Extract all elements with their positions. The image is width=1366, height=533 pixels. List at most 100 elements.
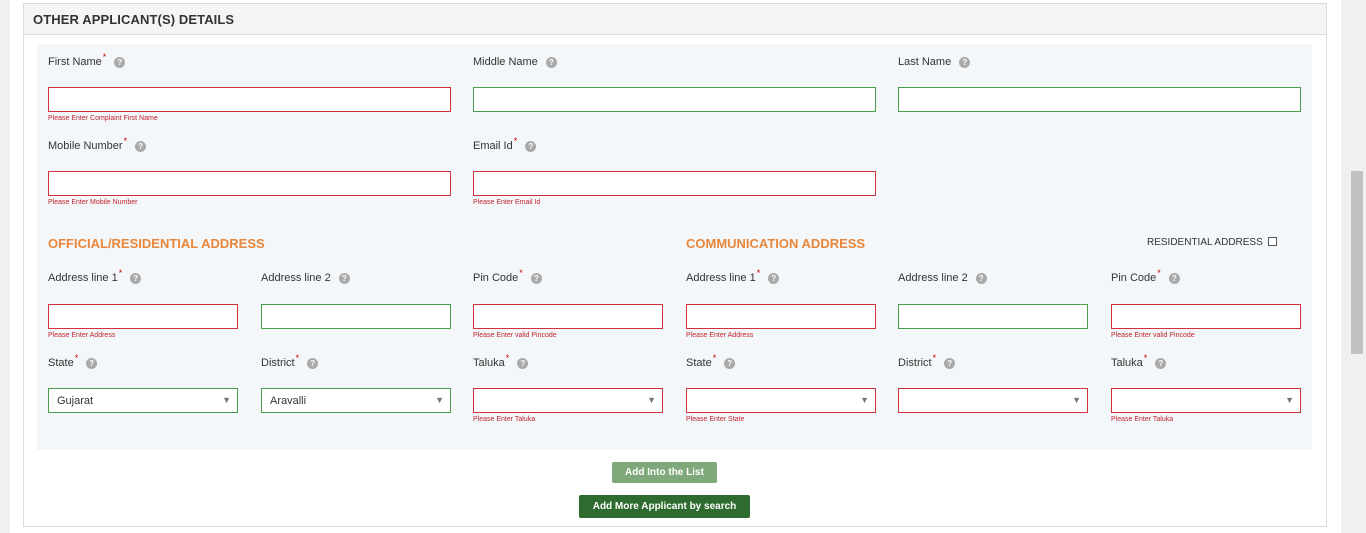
required-mark: * bbox=[1157, 268, 1161, 278]
official-pincode-label-text: Pin Code bbox=[473, 272, 519, 284]
official-address2-label: Address line 2? bbox=[261, 272, 350, 284]
help-icon[interactable]: ? bbox=[1168, 273, 1180, 284]
required-mark: * bbox=[102, 52, 107, 62]
official-district-select[interactable]: Aravalli ▼ bbox=[261, 388, 451, 413]
help-icon[interactable]: ? bbox=[517, 358, 529, 369]
official-state-select[interactable]: Gujarat ▼ bbox=[48, 388, 238, 413]
help-icon[interactable]: ? bbox=[338, 273, 350, 284]
comm-address1-input[interactable] bbox=[686, 304, 876, 329]
required-mark: * bbox=[513, 136, 518, 146]
mobile-number-input[interactable] bbox=[48, 171, 451, 196]
last-name-label: Last Name? bbox=[898, 56, 971, 68]
chevron-down-icon: ▼ bbox=[1285, 395, 1294, 405]
official-state-label-text: State bbox=[48, 357, 74, 369]
email-id-input[interactable] bbox=[473, 171, 876, 196]
mobile-number-label-text: Mobile Number bbox=[48, 140, 123, 152]
help-icon[interactable]: ? bbox=[959, 57, 971, 68]
official-state-value: Gujarat bbox=[57, 395, 94, 407]
last-name-input[interactable] bbox=[898, 87, 1301, 112]
comm-address2-label: Address line 2? bbox=[898, 272, 987, 284]
middle-name-input[interactable] bbox=[473, 87, 876, 112]
vertical-scrollbar[interactable] bbox=[1349, 0, 1366, 533]
help-icon[interactable]: ? bbox=[1155, 358, 1167, 369]
chevron-down-icon: ▼ bbox=[1072, 395, 1081, 405]
official-taluka-label-text: Taluka bbox=[473, 357, 505, 369]
scrollbar-thumb[interactable] bbox=[1351, 171, 1363, 354]
official-pincode-label: Pin Code*? bbox=[473, 268, 542, 284]
official-district-label-text: District bbox=[261, 357, 295, 369]
required-mark: * bbox=[712, 353, 717, 363]
comm-address2-input[interactable] bbox=[898, 304, 1088, 329]
first-name-input[interactable] bbox=[48, 87, 451, 112]
comm-pincode-error: Please Enter valid Pincode bbox=[1111, 332, 1195, 339]
comm-address2-label-text: Address line 2 bbox=[898, 272, 968, 284]
help-icon[interactable]: ? bbox=[530, 273, 542, 284]
official-address1-label: Address line 1*? bbox=[48, 268, 142, 284]
official-taluka-label: Taluka*? bbox=[473, 353, 529, 369]
comm-taluka-label-text: Taluka bbox=[1111, 357, 1143, 369]
official-taluka-error: Please Enter Taluka bbox=[473, 416, 536, 423]
official-address1-error: Please Enter Address bbox=[48, 332, 116, 339]
required-mark: * bbox=[295, 353, 300, 363]
email-id-error: Please Enter Email Id bbox=[473, 199, 541, 206]
middle-name-label: Middle Name? bbox=[473, 56, 557, 68]
chevron-down-icon: ▼ bbox=[647, 395, 656, 405]
official-state-label: State*? bbox=[48, 353, 98, 369]
help-icon[interactable]: ? bbox=[724, 358, 736, 369]
first-name-error: Please Enter Complaint First Name bbox=[48, 115, 158, 122]
official-taluka-select[interactable]: ▼ bbox=[473, 388, 663, 413]
required-mark: * bbox=[932, 353, 937, 363]
official-pincode-error: Please Enter valid Pincode bbox=[473, 332, 557, 339]
mobile-number-error: Please Enter Mobile Number bbox=[48, 199, 138, 206]
chevron-down-icon: ▼ bbox=[435, 395, 444, 405]
required-mark: * bbox=[505, 353, 510, 363]
middle-name-label-text: Middle Name bbox=[473, 56, 538, 68]
official-address-title: OFFICIAL/RESIDENTIAL ADDRESS bbox=[48, 236, 265, 251]
help-icon[interactable]: ? bbox=[307, 358, 319, 369]
residential-address-label: RESIDENTIAL ADDRESS bbox=[1147, 237, 1263, 248]
official-address1-label-text: Address line 1 bbox=[48, 272, 118, 284]
add-more-applicant-button[interactable]: Add More Applicant by search bbox=[579, 495, 750, 518]
help-icon[interactable]: ? bbox=[545, 57, 557, 68]
chevron-down-icon: ▼ bbox=[222, 395, 231, 405]
official-address2-input[interactable] bbox=[261, 304, 451, 329]
comm-taluka-error: Please Enter Taluka bbox=[1111, 416, 1174, 423]
comm-address1-error: Please Enter Address bbox=[686, 332, 754, 339]
first-name-label-text: First Name bbox=[48, 56, 102, 68]
help-icon[interactable]: ? bbox=[944, 358, 956, 369]
help-icon[interactable]: ? bbox=[975, 273, 987, 284]
official-district-label: District*? bbox=[261, 353, 319, 369]
communication-address-title: COMMUNICATION ADDRESS bbox=[686, 236, 866, 251]
chevron-down-icon: ▼ bbox=[860, 395, 869, 405]
last-name-label-text: Last Name bbox=[898, 56, 952, 68]
comm-district-label-text: District bbox=[898, 357, 932, 369]
comm-address1-label: Address line 1*? bbox=[686, 268, 780, 284]
comm-pincode-label: Pin Code*? bbox=[1111, 268, 1180, 284]
help-icon[interactable]: ? bbox=[135, 141, 147, 152]
required-mark: * bbox=[519, 268, 523, 278]
help-icon[interactable]: ? bbox=[130, 273, 142, 284]
first-name-label: First Name*? bbox=[48, 52, 126, 68]
residential-address-toggle[interactable]: RESIDENTIAL ADDRESS bbox=[1147, 237, 1277, 248]
help-icon[interactable]: ? bbox=[525, 141, 537, 152]
help-icon[interactable]: ? bbox=[86, 358, 98, 369]
comm-address1-label-text: Address line 1 bbox=[686, 272, 756, 284]
help-icon[interactable]: ? bbox=[114, 57, 126, 68]
email-id-label-text: Email Id bbox=[473, 140, 513, 152]
comm-pincode-input[interactable] bbox=[1111, 304, 1301, 329]
comm-pincode-label-text: Pin Code bbox=[1111, 272, 1157, 284]
help-icon[interactable]: ? bbox=[768, 273, 780, 284]
comm-taluka-label: Taluka*? bbox=[1111, 353, 1167, 369]
required-mark: * bbox=[1143, 353, 1148, 363]
official-address1-input[interactable] bbox=[48, 304, 238, 329]
add-into-list-button[interactable]: Add Into the List bbox=[612, 462, 717, 483]
comm-state-select[interactable]: ▼ bbox=[686, 388, 876, 413]
comm-district-select[interactable]: ▼ bbox=[898, 388, 1088, 413]
comm-district-label: District*? bbox=[898, 353, 956, 369]
required-mark: * bbox=[123, 136, 128, 146]
residential-address-checkbox[interactable] bbox=[1267, 237, 1277, 246]
official-pincode-input[interactable] bbox=[473, 304, 663, 329]
official-address2-label-text: Address line 2 bbox=[261, 272, 331, 284]
comm-taluka-select[interactable]: ▼ bbox=[1111, 388, 1301, 413]
mobile-number-label: Mobile Number*? bbox=[48, 136, 147, 152]
